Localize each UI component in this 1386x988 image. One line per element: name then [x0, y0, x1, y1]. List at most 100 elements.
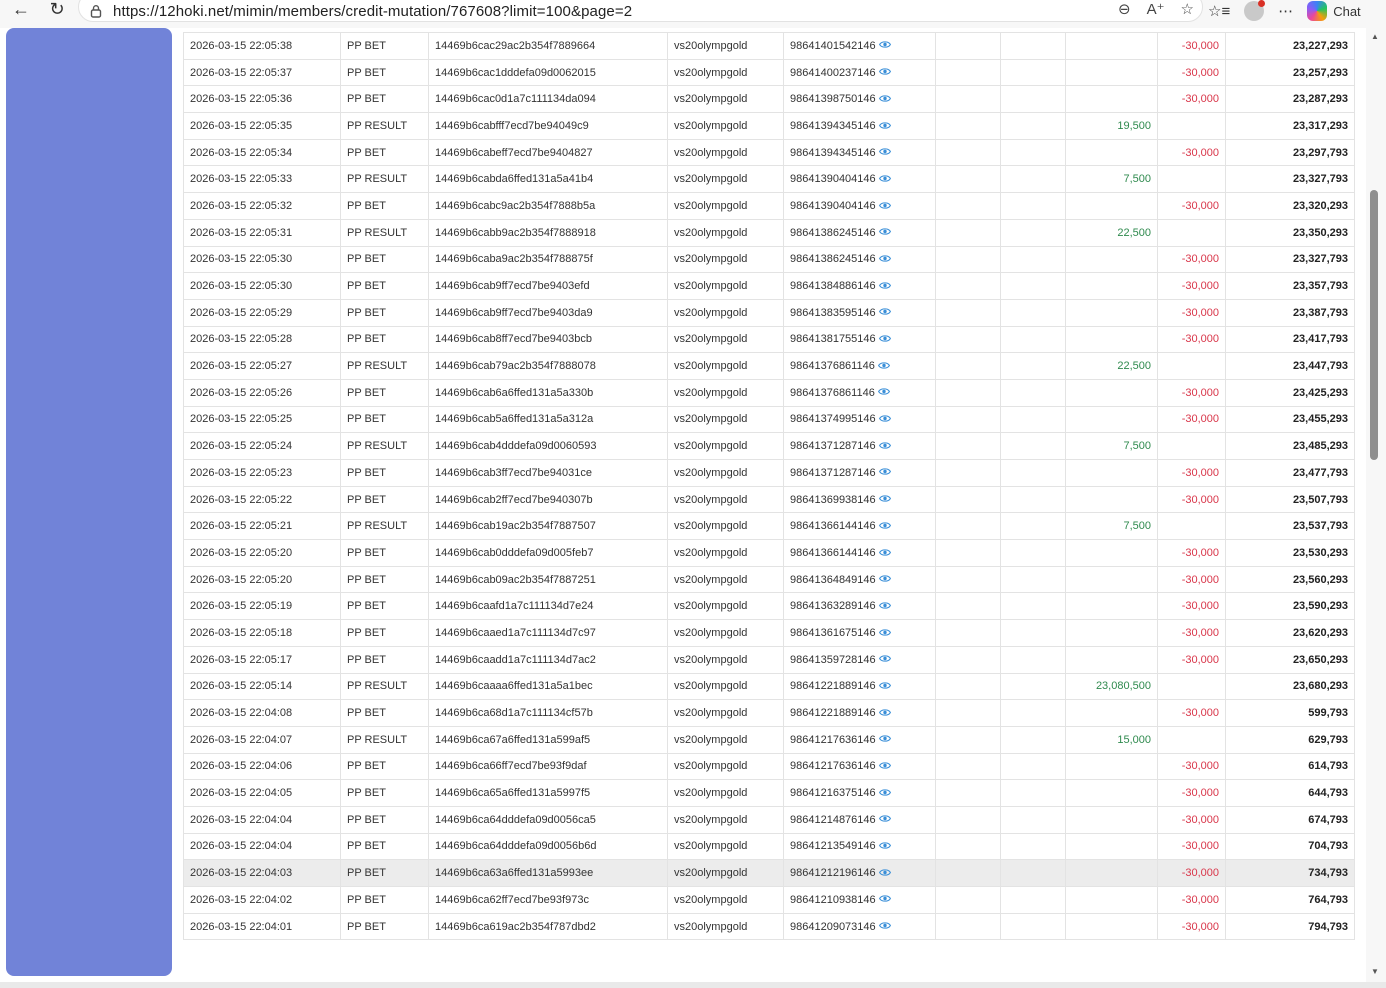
eye-icon[interactable] [878, 121, 891, 130]
table-row: 2026-03-15 22:05:23 PP BET 14469b6cab3ff7e… [183, 459, 1355, 487]
round-id-cell: 98641383595146 [783, 298, 936, 327]
refresh-icon[interactable]: ↻ [46, 0, 68, 20]
type-cell: PP BET [340, 32, 429, 60]
eye-icon[interactable] [878, 574, 891, 583]
eye-icon[interactable] [878, 601, 891, 610]
type-text: PP BET [347, 653, 386, 666]
balance-cell: 674,793 [1225, 805, 1355, 834]
date-text: 2026-03-15 22:05:20 [190, 573, 293, 586]
eye-icon[interactable] [878, 227, 891, 236]
eye-icon[interactable] [878, 814, 891, 823]
vertical-scrollbar[interactable]: ▲ ▼ [1366, 28, 1386, 982]
round-id-cell: 98641386245146 [783, 245, 936, 274]
balance-cell: 23,417,793 [1225, 325, 1355, 354]
empty-cell [1000, 539, 1066, 567]
transaction-id-text: 14469b6ca64dddefa09d0056ca5 [435, 813, 596, 826]
credit-cell: 22,500 [1065, 218, 1158, 247]
date-cell: 2026-03-15 22:05:37 [183, 58, 341, 87]
eye-icon[interactable] [878, 894, 891, 903]
eye-icon[interactable] [878, 40, 891, 49]
read-aloud-icon[interactable]: A⁺ [1147, 0, 1165, 18]
debit-text: -30,000 [1181, 707, 1219, 720]
profile-avatar[interactable] [1244, 0, 1266, 21]
round-id-cell: 98641209073146 [783, 912, 936, 941]
round-id-text: 98641376861146 [790, 360, 875, 373]
eye-icon[interactable] [878, 921, 891, 930]
transaction-id-cell: 14469b6caadd1a7c111134d7ac2 [428, 645, 668, 674]
empty-cell [1000, 165, 1066, 194]
eye-icon[interactable] [878, 467, 891, 476]
game-cell: vs20olympgold [667, 85, 784, 114]
debit-cell: -30,000 [1157, 832, 1226, 861]
date-text: 2026-03-15 22:04:06 [190, 760, 293, 773]
eye-icon[interactable] [878, 628, 891, 637]
eye-icon[interactable] [878, 708, 891, 717]
browser-toolbar: ← ↻ https://12hoki.net/mimin/members/cre… [0, 0, 1386, 28]
debit-text: -30,000 [1181, 787, 1219, 800]
empty-cell [935, 832, 1001, 861]
credit-cell [1065, 752, 1158, 781]
eye-icon[interactable] [878, 334, 891, 343]
type-cell: PP RESULT [340, 352, 429, 380]
url-text[interactable]: https://12hoki.net/mimin/members/credit-… [113, 3, 632, 20]
game-text: vs20olympgold [674, 680, 748, 693]
table-row: 2026-03-15 22:04:03 PP BET 14469b6ca63a6ff… [183, 859, 1355, 887]
eye-icon[interactable] [878, 281, 891, 290]
eye-icon[interactable] [878, 841, 891, 850]
eye-icon[interactable] [878, 654, 891, 663]
eye-icon[interactable] [878, 414, 891, 423]
eye-icon[interactable] [878, 788, 891, 797]
empty-cell [935, 592, 1001, 621]
credit-text: 22,500 [1117, 226, 1151, 239]
date-text: 2026-03-15 22:05:32 [190, 199, 293, 212]
scroll-up-arrow-icon[interactable]: ▲ [1371, 32, 1379, 41]
eye-icon[interactable] [878, 67, 891, 76]
credit-text: 7,500 [1123, 173, 1151, 186]
eye-icon[interactable] [878, 548, 891, 557]
date-text: 2026-03-15 22:05:37 [190, 66, 293, 79]
eye-icon[interactable] [878, 868, 891, 877]
eye-icon[interactable] [878, 147, 891, 156]
empty-cell [1000, 245, 1066, 274]
address-bar[interactable]: https://12hoki.net/mimin/members/credit-… [78, 0, 1203, 22]
transaction-id-text: 14469b6caaed1a7c111134d7c97 [435, 626, 596, 639]
eye-icon[interactable] [878, 521, 891, 530]
eye-icon[interactable] [878, 201, 891, 210]
transaction-id-text: 14469b6cab9ff7ecd7be9403efd [435, 280, 590, 293]
balance-cell: 644,793 [1225, 779, 1355, 807]
round-id-text: 98641381755146 [790, 333, 876, 346]
more-options-icon[interactable]: ⋯ [1278, 2, 1293, 20]
debit-text: -30,000 [1181, 66, 1219, 79]
scroll-down-arrow-icon[interactable]: ▼ [1371, 967, 1379, 976]
type-cell: PP BET [340, 699, 429, 727]
date-text: 2026-03-15 22:05:33 [190, 173, 293, 186]
eye-icon[interactable] [877, 387, 890, 396]
eye-icon[interactable] [878, 441, 891, 450]
eye-icon[interactable] [878, 254, 891, 263]
credit-cell [1065, 859, 1158, 887]
chat-button[interactable]: Chat [1307, 1, 1361, 21]
eye-icon[interactable] [878, 681, 891, 690]
round-id-text: 98641221889146 [790, 707, 876, 720]
debit-cell: -30,000 [1157, 138, 1226, 167]
eye-icon[interactable] [878, 174, 891, 183]
eye-icon[interactable] [878, 734, 891, 743]
favorite-star-icon[interactable]: ☆ [1181, 0, 1194, 18]
eye-icon[interactable] [877, 361, 890, 370]
type-cell: PP RESULT [340, 725, 429, 754]
eye-icon[interactable] [878, 494, 891, 503]
transaction-id-cell: 14469b6cabda6ffed131a5a41b4 [428, 165, 668, 194]
empty-cell [1000, 485, 1066, 514]
scroll-thumb[interactable] [1370, 190, 1378, 460]
debit-text: -30,000 [1181, 333, 1219, 346]
favorites-list-icon[interactable]: ☆≡ [1208, 2, 1230, 20]
eye-icon[interactable] [878, 307, 891, 316]
eye-icon[interactable] [878, 94, 891, 103]
table-row: 2026-03-15 22:04:04 PP BET 14469b6ca64ddde… [183, 805, 1355, 834]
transaction-id-cell: 14469b6caafd1a7c111134d7e24 [428, 592, 668, 621]
eye-icon[interactable] [878, 761, 891, 770]
date-cell: 2026-03-15 22:05:31 [183, 218, 341, 247]
back-arrow-icon[interactable]: ← [10, 0, 32, 20]
round-id-cell: 98641376861146 [783, 352, 936, 380]
zoom-out-icon[interactable]: ⊖ [1118, 0, 1131, 18]
